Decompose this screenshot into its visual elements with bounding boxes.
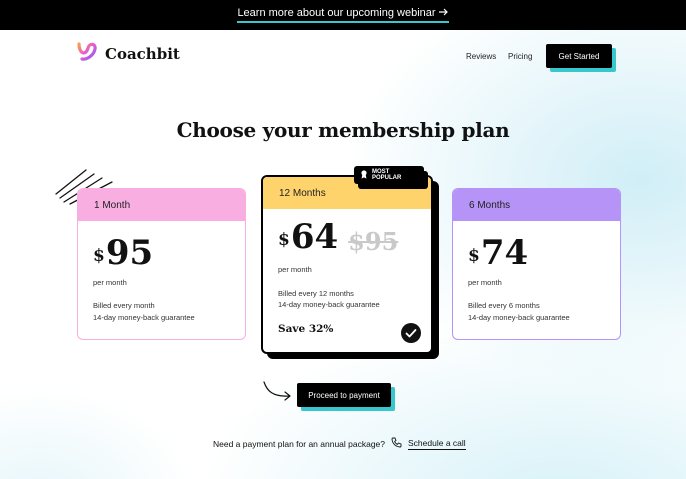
price-amount: 95 — [105, 233, 154, 273]
billing-text: Billed every 6 months — [468, 301, 540, 310]
savings-label: Save 32% — [278, 323, 334, 335]
nav-link-pricing[interactable]: Pricing — [508, 52, 532, 61]
arrow-right-icon — [438, 7, 449, 19]
award-icon — [360, 169, 368, 181]
plan-card-header: 1 Month — [78, 189, 245, 221]
webinar-link-label: Learn more about our upcoming webinar — [237, 7, 436, 19]
webinar-link[interactable]: Learn more about our upcoming webinar — [237, 7, 449, 23]
old-price: $95 — [348, 227, 399, 256]
schedule-call-link[interactable]: Schedule a call — [408, 438, 466, 450]
curved-arrow-icon — [261, 379, 295, 408]
billing-text: Billed every month — [93, 301, 155, 310]
plan-price: $ 74 — [468, 233, 528, 273]
badge-label: MOST POPULAR — [372, 169, 402, 181]
plan-card-6-months[interactable]: 6 Months $ 74 per month Billed every 6 m… — [452, 188, 621, 340]
plan-card-header: 6 Months — [453, 189, 620, 221]
per-month-label: per month — [468, 278, 502, 287]
get-started-button[interactable]: Get Started — [546, 44, 612, 68]
annual-plan-prompt: Need a payment plan for an annual packag… — [213, 437, 466, 450]
per-month-label: per month — [278, 265, 312, 274]
most-popular-badge: MOST POPULAR — [354, 166, 424, 184]
guarantee-text: 14-day money-back guarantee — [93, 313, 195, 322]
plan-card-12-months[interactable]: 12 Months $ 64 $95 per month Billed ever… — [261, 175, 433, 354]
currency-symbol: $ — [468, 246, 480, 266]
plan-card-1-month[interactable]: 1 Month $ 95 per month Billed every mont… — [77, 188, 246, 340]
per-month-label: per month — [93, 278, 127, 287]
annual-plan-question: Need a payment plan for an annual packag… — [213, 438, 386, 449]
brand-name: Coachbit — [105, 44, 180, 63]
plan-price: $ 95 — [93, 233, 153, 273]
currency-symbol: $ — [93, 246, 105, 266]
plan-name: 12 Months — [279, 187, 326, 199]
main-nav: Coachbit Reviews Pricing Get Started — [0, 30, 686, 82]
proceed-to-payment-button[interactable]: Proceed to payment — [297, 383, 391, 407]
coachbit-logo-icon — [76, 40, 100, 67]
guarantee-text: 14-day money-back guarantee — [468, 313, 570, 322]
phone-icon — [391, 437, 402, 450]
currency-symbol: $ — [278, 230, 290, 250]
plan-price: $ 64 $95 — [278, 217, 398, 257]
brand-logo[interactable]: Coachbit — [76, 40, 180, 67]
page-title: Choose your membership plan — [176, 118, 510, 142]
plan-name: 6 Months — [469, 199, 511, 211]
check-circle-icon — [400, 322, 422, 349]
plan-name: 1 Month — [94, 199, 131, 211]
announcement-bar: Learn more about our upcoming webinar — [0, 0, 686, 30]
price-amount: 74 — [480, 233, 529, 273]
nav-link-reviews[interactable]: Reviews — [466, 52, 496, 61]
price-amount: 64 — [290, 217, 339, 257]
guarantee-text: 14-day money-back guarantee — [278, 300, 380, 309]
